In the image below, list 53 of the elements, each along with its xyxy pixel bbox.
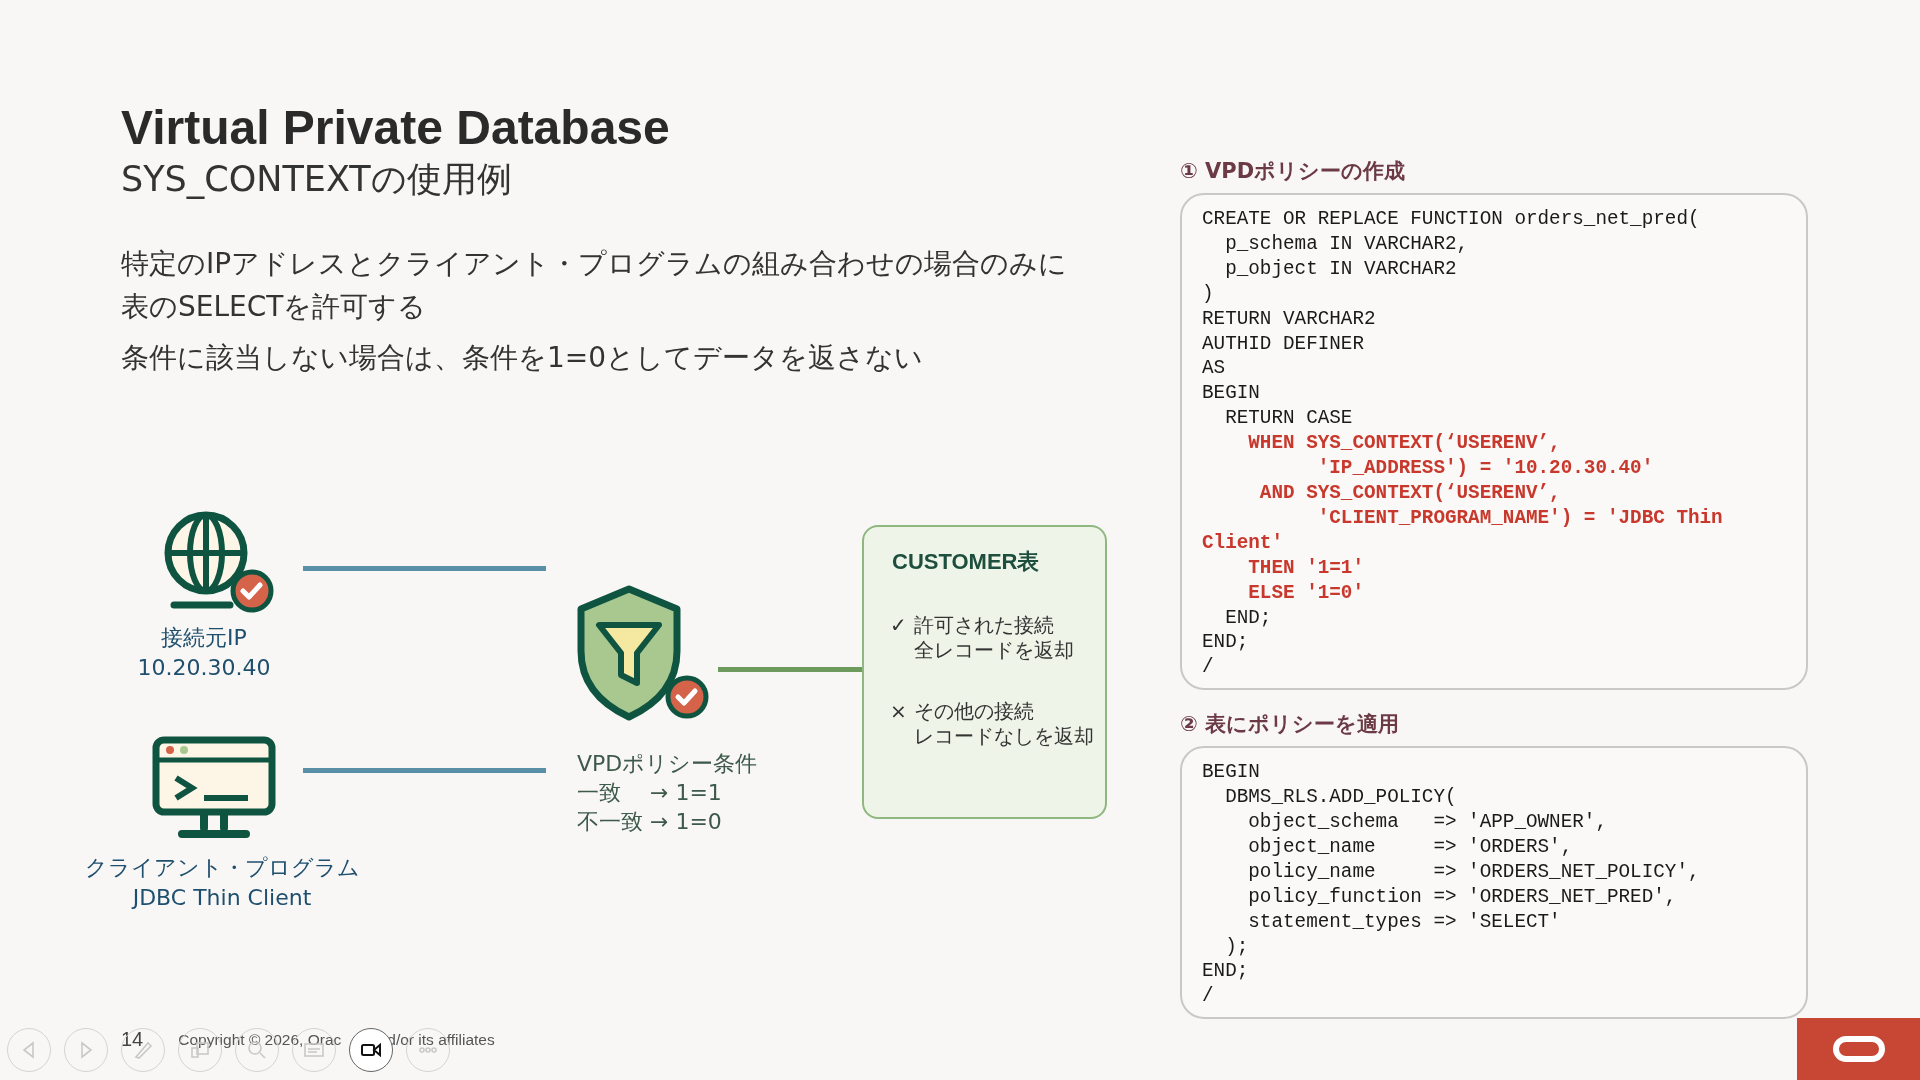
terminal-monitor-icon — [152, 736, 276, 840]
code-line: p_schema IN VARCHAR2, — [1224, 231, 1470, 257]
code-line: 'IP_ADDRESS') = '10.20.30.40' — [1316, 456, 1655, 481]
outcome-detail: 全レコードを返却 — [914, 638, 1075, 663]
body-text: 条件に該当しない場合は、条件を1=0としてデータを返さない — [121, 340, 925, 376]
code-line: policy_name => 'ORDERS_NET_POLICY', — [1247, 859, 1701, 885]
code-line: AUTHID DEFINER — [1202, 331, 1365, 357]
code-line: BEGIN — [1202, 381, 1261, 407]
panel-heading: ② 表にポリシーを適用 — [1180, 711, 1401, 739]
body-text: 特定のIPアドレスとクライアント・プログラムの組み合わせの場合のみに表のSELECTを許可する — [121, 246, 1069, 325]
outcome-detail: レコードなしを返却 — [914, 724, 1095, 749]
code-line: policy_function => 'ORDERS_NET_PRED', — [1247, 884, 1678, 910]
code-line: / — [1202, 655, 1215, 681]
code-line: CREATE OR REPLACE FUNCTION orders_net_pred( — [1202, 207, 1701, 232]
source-value: 10.20.30.40 — [136, 654, 272, 682]
outcome-title: 許可された接続 — [914, 613, 1055, 638]
code-line: ELSE '1=0' — [1247, 580, 1365, 606]
slide-subtitle: SYS_CONTEXTの使用例 — [121, 158, 513, 201]
code-line: Client' — [1202, 530, 1284, 556]
code-line: RETURN VARCHAR2 — [1202, 306, 1377, 332]
page-number: 14 — [121, 1028, 144, 1051]
code-line: ) — [1202, 281, 1215, 307]
code-line: DBMS_RLS.ADD_POLICY( — [1224, 785, 1458, 811]
code-line: p_object IN VARCHAR2 — [1224, 256, 1458, 282]
code-line: object_name => 'ORDERS', — [1247, 834, 1574, 860]
code-line: END; — [1224, 605, 1273, 631]
outcome-mark: × — [890, 699, 908, 724]
source-label: クライアント・プログラム — [83, 854, 361, 882]
slide-title: Virtual Private Database — [121, 100, 671, 156]
source-label: 接続元IP — [160, 624, 248, 652]
code-line: AND SYS_CONTEXT(‘USERENV’, — [1258, 480, 1562, 506]
policy-rule: 一致 → 1=1 — [577, 779, 723, 807]
panel-heading: ① VPDポリシーの作成 — [1180, 158, 1407, 185]
code-line: / — [1202, 984, 1215, 1010]
source-value: JDBC Thin Client — [130, 884, 313, 912]
code-line: END; — [1202, 959, 1250, 985]
code-line: object_schema => 'APP_OWNER', — [1247, 810, 1608, 835]
code-line: THEN '1=1' — [1247, 555, 1365, 581]
logo-icon — [1797, 1018, 1920, 1080]
policy-rule: 不一致 → 1=0 — [577, 808, 723, 836]
code-line: WHEN SYS_CONTEXT(‘USERENV’, — [1247, 431, 1562, 457]
card-title: CUSTOMER表 — [892, 548, 1041, 576]
code-line: statement_types => 'SELECT' — [1247, 909, 1562, 935]
outcome-mark: ✓ — [890, 613, 908, 638]
policy-title: VPDポリシー条件 — [577, 750, 758, 778]
code-line: AS — [1202, 356, 1227, 382]
code-line: BEGIN — [1202, 760, 1261, 786]
code-line: END; — [1202, 630, 1250, 656]
code-line: ); — [1224, 934, 1250, 960]
outcome-title: その他の接続 — [914, 699, 1035, 724]
more-icon — [419, 1047, 437, 1053]
code-line: RETURN CASE — [1224, 406, 1354, 432]
code-line: 'CLIENT_PROGRAM_NAME') = 'JDBC Thin — [1316, 505, 1724, 531]
